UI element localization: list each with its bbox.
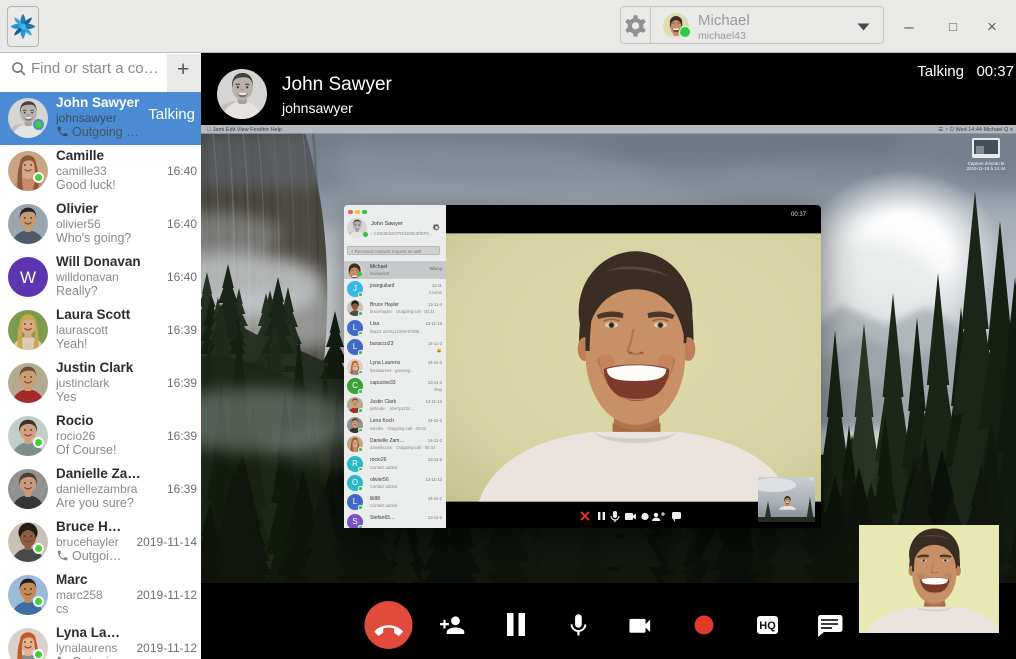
svg-text:☰ ◔ ⏻ Wed 14:44 Michael Q: ☰ ◔ ⏻ Wed 14:44 Michael Q ≡ <box>938 126 1013 133</box>
svg-text: Jami Edit View Fenêtre:  Jami Edit View Fenêtre Help <box>207 127 282 133</box>
svg-text:2019-11-18 à 14.44: 2019-11-18 à 14.44 <box>967 166 1006 171</box>
svg-text:HQ: HQ <box>759 620 776 632</box>
svg-text:W: W <box>20 268 36 287</box>
